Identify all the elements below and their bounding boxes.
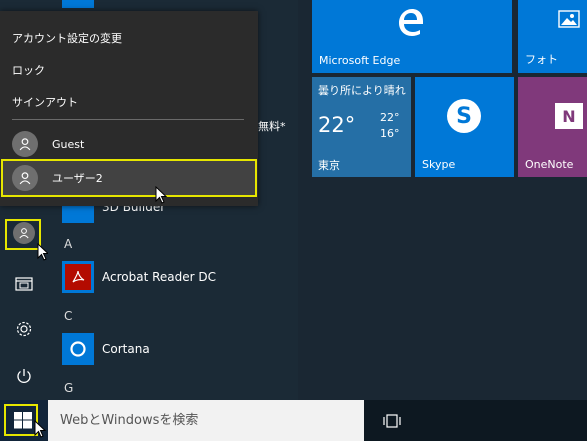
tile-photos[interactable]: フォト <box>518 0 587 73</box>
onenote-icon: N <box>555 103 583 129</box>
start-button[interactable] <box>0 400 48 441</box>
weather-low: 16° <box>380 127 400 140</box>
search-input[interactable] <box>48 400 364 441</box>
user-flyout-menu: アカウント設定の変更 ロック サインアウト Guest ユーザー2 <box>0 11 258 206</box>
tile-skype[interactable]: S Skype <box>415 77 514 177</box>
cortana-icon <box>62 333 94 365</box>
acrobat-tile <box>62 261 94 293</box>
app-tile-partial <box>62 0 94 8</box>
lock-item[interactable]: ロック <box>12 62 45 78</box>
power-icon <box>17 369 31 383</box>
partial-label: 無料* <box>258 120 286 133</box>
weather-temp: 22° <box>318 113 356 137</box>
task-view-icon <box>383 413 401 428</box>
search-box[interactable] <box>48 400 364 441</box>
edge-icon <box>399 9 423 36</box>
user-avatar-icon <box>12 131 38 157</box>
settings-button[interactable] <box>0 307 48 351</box>
user-avatar-icon <box>12 165 38 191</box>
mouse-cursor-icon <box>155 186 167 204</box>
file-explorer-icon <box>15 277 33 291</box>
list-item[interactable]: Acrobat Reader DC <box>62 260 216 294</box>
tile-label: OneNote <box>525 158 574 171</box>
file-explorer-button[interactable] <box>0 261 48 305</box>
weather-high: 22° <box>380 111 400 124</box>
tile-edge[interactable]: Microsoft Edge <box>312 0 512 73</box>
tile-label: Skype <box>422 158 456 171</box>
divider <box>12 119 244 120</box>
mouse-cursor-icon <box>34 420 46 438</box>
section-header[interactable]: C <box>64 309 72 323</box>
skype-icon: S <box>447 99 481 133</box>
user-item-content: ユーザー2 <box>12 165 103 191</box>
change-account-settings-item[interactable]: アカウント設定の変更 <box>12 30 122 46</box>
user-item-guest[interactable]: Guest <box>12 131 84 157</box>
user-item-user2[interactable]: ユーザー2 <box>1 159 257 197</box>
gear-icon <box>16 321 32 337</box>
highlight-box <box>5 219 41 250</box>
tile-onenote[interactable]: N OneNote <box>518 77 587 177</box>
user-account-button[interactable] <box>0 211 49 261</box>
acrobat-icon <box>65 264 91 290</box>
tile-weather[interactable]: 曇り所により晴れ 22° 22° 16° 東京 <box>312 77 411 177</box>
tile-label: Microsoft Edge <box>319 54 401 67</box>
windows-logo-icon <box>14 412 32 429</box>
user-name: Guest <box>52 137 85 151</box>
sign-out-item[interactable]: サインアウト <box>12 94 78 110</box>
section-header[interactable]: G <box>64 381 73 395</box>
weather-city: 東京 <box>318 159 340 172</box>
photos-icon <box>558 10 580 28</box>
power-button[interactable] <box>0 354 48 398</box>
task-view-button[interactable] <box>372 400 412 441</box>
list-item[interactable]: Cortana <box>62 332 150 366</box>
app-label: Cortana <box>102 342 150 356</box>
tile-label: フォト <box>525 53 558 66</box>
weather-condition: 曇り所により晴れ <box>318 84 406 97</box>
section-header[interactable]: A <box>64 237 72 251</box>
app-label: Acrobat Reader DC <box>102 270 216 284</box>
user-name: ユーザー2 <box>52 172 103 185</box>
